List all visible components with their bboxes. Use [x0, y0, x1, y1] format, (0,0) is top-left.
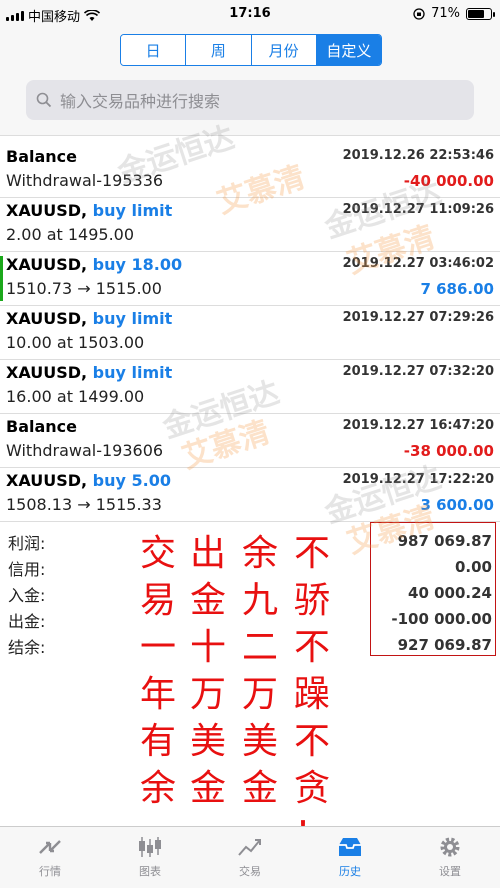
history-row[interactable]: XAUUSD, buy 5.00 1508.13 → 1515.33 2019.…	[0, 468, 500, 522]
history-row[interactable]: XAUUSD, buy limit 2.00 at 1495.00 2019.1…	[0, 198, 500, 252]
tab-label: 图表	[139, 865, 161, 878]
tab-trade[interactable]: 交易	[200, 827, 300, 888]
period-day[interactable]: 日	[121, 35, 187, 65]
withdraw-label: 出金:	[8, 612, 46, 631]
row-symbol: XAUUSD,	[6, 201, 88, 220]
tab-settings[interactable]: 设置	[400, 827, 500, 888]
period-month[interactable]: 月份	[251, 35, 317, 65]
period-selector[interactable]: 日 周 月份 自定义	[120, 34, 382, 66]
history-row[interactable]: XAUUSD, buy limit 10.00 at 1503.00 2019.…	[0, 306, 500, 360]
row-detail: Withdrawal-193606	[6, 441, 164, 460]
row-detail: 1508.13 → 1515.33	[6, 495, 162, 514]
history-row[interactable]: Balance Withdrawal-195336 2019.12.26 22:…	[0, 144, 500, 198]
row-type: buy limit	[92, 309, 173, 328]
row-date: 2019.12.27 07:32:20	[342, 364, 494, 379]
row-symbol: Balance	[6, 147, 77, 166]
annotation-column-3: 余九二万美金，	[242, 533, 279, 856]
row-type: buy 18.00	[92, 255, 183, 274]
tab-label: 历史	[339, 865, 361, 878]
battery-percent: 71%	[431, 6, 460, 21]
period-week[interactable]: 周	[186, 35, 252, 65]
tab-history[interactable]: 历史	[300, 827, 400, 888]
chart-icon	[139, 837, 161, 857]
row-date: 2019.12.27 07:29:26	[342, 310, 494, 325]
deposit-label: 入金:	[8, 586, 46, 605]
credit-label: 信用:	[8, 560, 46, 579]
row-date: 2019.12.27 03:46:02	[342, 256, 494, 271]
status-bar: 中国移动 17:16 71%	[0, 0, 500, 28]
row-symbol: XAUUSD,	[6, 255, 88, 274]
status-right: 71%	[413, 6, 495, 21]
search-input[interactable]: 输入交易品种进行搜索	[26, 80, 474, 120]
row-symbol: XAUUSD,	[6, 309, 88, 328]
history-row[interactable]: XAUUSD, buy 18.00 1510.73 → 1515.00 2019…	[0, 252, 500, 306]
annotation-column-4: 不骄不躁不贪！	[294, 533, 331, 856]
quotes-icon	[39, 840, 61, 854]
row-amount: 7 686.00	[420, 280, 494, 298]
search-placeholder: 输入交易品种进行搜索	[60, 92, 221, 111]
trade-icon	[238, 839, 261, 856]
history-row[interactable]: Balance Withdrawal-193606 2019.12.27 16:…	[0, 414, 500, 468]
row-symbol: XAUUSD,	[6, 471, 88, 490]
tab-label: 行情	[39, 865, 61, 878]
row-detail: 1510.73 → 1515.00	[6, 279, 162, 298]
profit-label: 利润:	[8, 534, 46, 553]
row-detail: Withdrawal-195336	[6, 171, 164, 190]
credit-value: 0.00	[454, 558, 492, 576]
row-type: buy 5.00	[92, 471, 171, 490]
tab-bar: 行情 图表 交易 历史 设置	[0, 826, 500, 888]
row-amount: -38 000.00	[403, 442, 494, 460]
tab-chart[interactable]: 图表	[100, 827, 200, 888]
header: 日 周 月份 自定义 输入交易品种进行搜索	[0, 28, 500, 136]
withdraw-value: -100 000.00	[391, 610, 492, 628]
history-row[interactable]: XAUUSD, buy limit 16.00 at 1499.00 2019.…	[0, 360, 500, 414]
history-list: Balance Withdrawal-195336 2019.12.26 22:…	[0, 144, 500, 522]
row-date: 2019.12.27 17:22:20	[342, 472, 494, 487]
row-amount: -40 000.00	[403, 172, 494, 190]
battery-icon	[466, 7, 495, 20]
tab-quotes[interactable]: 行情	[0, 827, 100, 888]
deposit-value: 40 000.24	[408, 584, 492, 602]
profit-value: 987 069.87	[397, 532, 492, 550]
annotation-column-1: 交易一年有余，	[140, 533, 177, 856]
row-detail: 16.00 at 1499.00	[6, 387, 145, 406]
row-symbol: XAUUSD,	[6, 363, 88, 382]
row-date: 2019.12.26 22:53:46	[342, 148, 494, 163]
row-symbol: Balance	[6, 417, 77, 436]
search-icon	[36, 92, 52, 108]
row-date: 2019.12.27 11:09:26	[342, 202, 494, 217]
tab-label: 设置	[439, 865, 461, 878]
balance-label: 结余:	[8, 638, 46, 657]
row-type: buy limit	[92, 201, 173, 220]
row-type: buy limit	[92, 363, 173, 382]
row-amount: 3 600.00	[420, 496, 494, 514]
row-detail: 2.00 at 1495.00	[6, 225, 135, 244]
balance-value: 927 069.87	[397, 636, 492, 654]
orientation-lock-icon	[413, 7, 425, 20]
row-detail: 10.00 at 1503.00	[6, 333, 145, 352]
tab-label: 交易	[239, 865, 261, 878]
annotation-column-2: 出金十万美金，	[190, 533, 227, 856]
history-icon	[339, 838, 361, 856]
period-custom[interactable]: 自定义	[316, 35, 381, 65]
settings-icon	[440, 837, 460, 857]
row-date: 2019.12.27 16:47:20	[342, 418, 494, 433]
